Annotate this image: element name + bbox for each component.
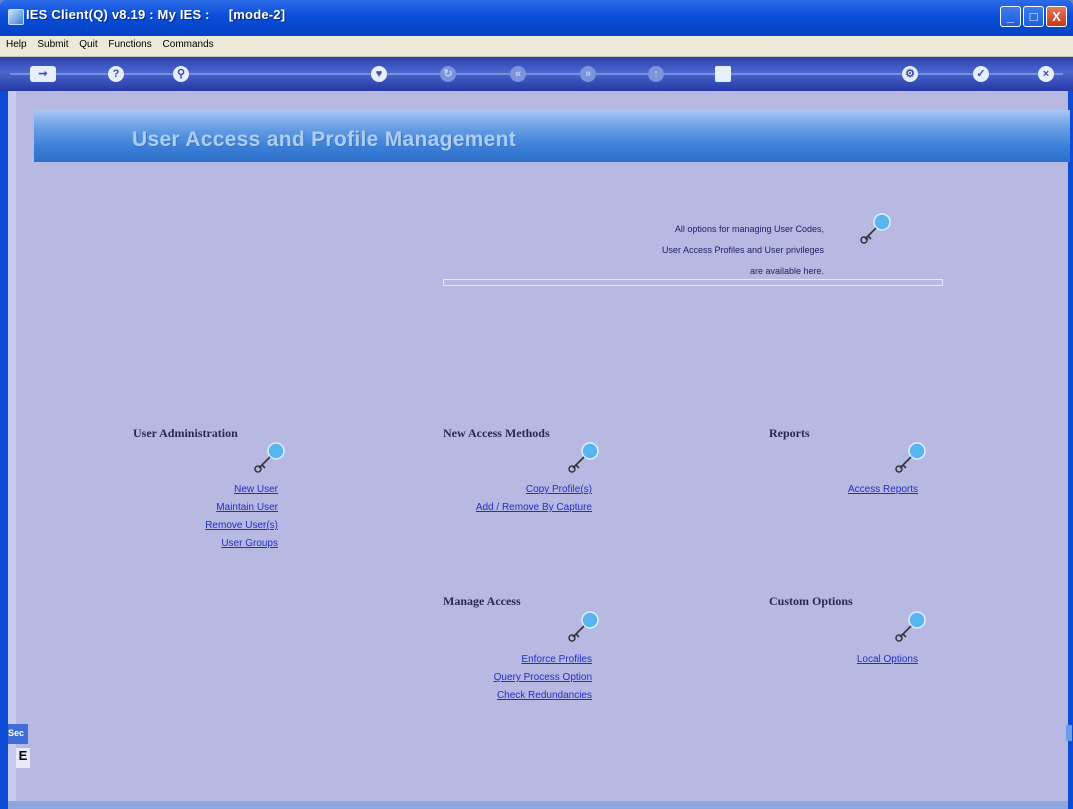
key-icon xyxy=(860,213,891,244)
remove-users-link[interactable]: Remove User(s) xyxy=(140,517,278,535)
enforce-profiles-link[interactable]: Enforce Profiles xyxy=(440,651,592,669)
menu-bar: Help Submit Quit Functions Commands xyxy=(0,36,1073,57)
left-strip xyxy=(8,91,16,801)
close-button[interactable]: X xyxy=(1046,6,1067,27)
custom-options-links: Local Options xyxy=(800,651,918,669)
new-access-methods-heading: New Access Methods xyxy=(443,426,550,440)
accept-icon[interactable]: ✓ xyxy=(973,66,989,82)
window-frame-left xyxy=(0,91,8,809)
toolbar: ➞ ? ⚲ ♥ ↻ « » ↑ ⚙ ✓ × xyxy=(0,57,1073,91)
help-icon[interactable]: ? xyxy=(108,66,124,82)
query-process-option-link[interactable]: Query Process Option xyxy=(440,669,592,687)
key-icon xyxy=(895,442,926,473)
check-redundancies-link[interactable]: Check Redundancies xyxy=(440,687,592,705)
user-administration-heading: User Administration xyxy=(133,426,238,440)
add-remove-by-capture-link[interactable]: Add / Remove By Capture xyxy=(420,499,592,517)
favorite-icon[interactable]: ♥ xyxy=(371,66,387,82)
menu-submit[interactable]: Submit xyxy=(33,36,72,50)
intro-line-1: All options for managing User Codes, xyxy=(674,224,824,234)
app-icon xyxy=(8,9,24,25)
search-icon[interactable]: ⚲ xyxy=(173,66,189,82)
forward-icon[interactable]: » xyxy=(580,66,596,82)
new-user-link[interactable]: New User xyxy=(140,481,278,499)
menu-functions[interactable]: Functions xyxy=(104,36,155,50)
key-icon xyxy=(895,611,926,642)
minimize-button[interactable]: _ xyxy=(1000,6,1021,27)
right-edge-marker xyxy=(1066,725,1072,741)
stop-icon[interactable] xyxy=(715,66,731,82)
cancel-icon[interactable]: × xyxy=(1038,66,1054,82)
manage-access-links: Enforce Profiles Query Process Option Ch… xyxy=(440,651,592,705)
copy-profiles-link[interactable]: Copy Profile(s) xyxy=(420,481,592,499)
page-title: User Access and Profile Management xyxy=(132,128,517,151)
reports-links: Access Reports xyxy=(800,481,918,499)
access-reports-link[interactable]: Access Reports xyxy=(800,481,918,499)
sidebar-tab[interactable]: Sec xyxy=(8,724,28,744)
key-icon xyxy=(568,611,599,642)
intro-text: All options for managing User Codes, Use… xyxy=(560,219,824,282)
window-title: IES Client(Q) v8.19 : My IES : [mode-2] xyxy=(26,7,286,22)
refresh-icon[interactable]: ↻ xyxy=(440,66,456,82)
key-icon xyxy=(568,442,599,473)
local-options-link[interactable]: Local Options xyxy=(800,651,918,669)
manage-access-heading: Manage Access xyxy=(443,594,521,608)
window-frame-right xyxy=(1068,91,1073,809)
maintain-user-link[interactable]: Maintain User xyxy=(140,499,278,517)
up-icon[interactable]: ↑ xyxy=(648,66,664,82)
settings-icon[interactable]: ⚙ xyxy=(902,66,918,82)
user-administration-links: New User Maintain User Remove User(s) Us… xyxy=(140,481,278,553)
new-access-methods-links: Copy Profile(s) Add / Remove By Capture xyxy=(420,481,592,517)
intro-divider xyxy=(443,279,943,286)
user-groups-link[interactable]: User Groups xyxy=(140,535,278,553)
maximize-button[interactable]: □ xyxy=(1023,6,1044,27)
status-bar xyxy=(8,801,1068,809)
menu-help[interactable]: Help xyxy=(0,36,31,50)
reports-heading: Reports xyxy=(769,426,810,440)
sidebar-box[interactable]: E xyxy=(16,748,30,768)
title-bar[interactable]: IES Client(Q) v8.19 : My IES : [mode-2] … xyxy=(0,0,1073,36)
menu-quit[interactable]: Quit xyxy=(75,36,101,50)
intro-line-2: User Access Profiles and User privileges xyxy=(661,245,824,255)
custom-options-heading: Custom Options xyxy=(769,594,853,608)
exit-icon[interactable]: ➞ xyxy=(30,66,56,82)
back-icon[interactable]: « xyxy=(510,66,526,82)
key-icon xyxy=(254,442,285,473)
menu-commands[interactable]: Commands xyxy=(159,36,218,50)
